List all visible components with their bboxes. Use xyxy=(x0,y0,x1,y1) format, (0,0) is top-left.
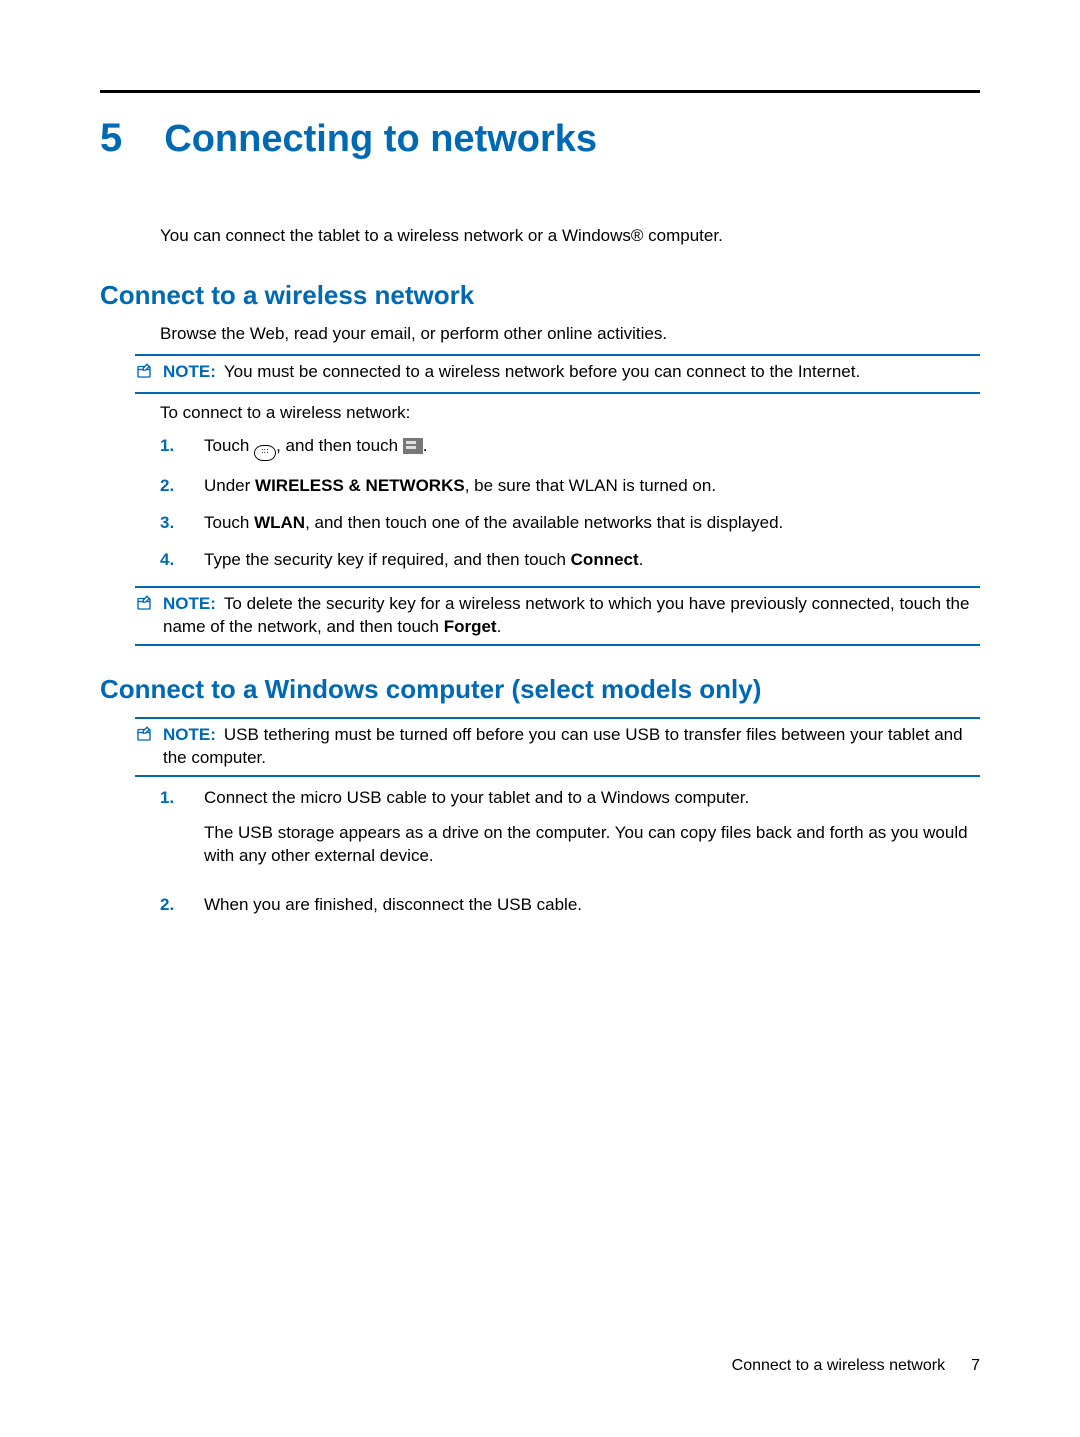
note-label: NOTE: xyxy=(163,362,216,381)
note-text: NOTE: You must be connected to a wireless… xyxy=(163,361,980,384)
step-2: 2. Under WIRELESS & NETWORKS, be sure th… xyxy=(160,475,980,498)
chapter-number: 5 xyxy=(100,111,122,165)
note-label: NOTE: xyxy=(163,725,216,744)
step-number: 3. xyxy=(160,512,182,535)
step-number: 1. xyxy=(160,435,182,461)
note-icon xyxy=(135,361,157,387)
footer-section: Connect to a wireless network xyxy=(732,1355,945,1377)
step-body: When you are finished, disconnect the US… xyxy=(204,894,980,917)
step-1: 1. Connect the micro USB cable to your t… xyxy=(160,787,980,880)
step-body: Touch ∶∶∶, and then touch . xyxy=(204,435,980,461)
note-label: NOTE: xyxy=(163,594,216,613)
chapter-header: 5 Connecting to networks xyxy=(100,111,980,165)
note-icon xyxy=(135,593,157,619)
settings-icon xyxy=(403,438,423,454)
intro-paragraph: You can connect the tablet to a wireless… xyxy=(160,225,980,248)
step-body: Touch WLAN, and then touch one of the av… xyxy=(204,512,980,535)
step-body: Type the security key if required, and t… xyxy=(204,549,980,572)
top-rule xyxy=(100,90,980,93)
step-3: 3. Touch WLAN, and then touch one of the… xyxy=(160,512,980,535)
step-number: 2. xyxy=(160,475,182,498)
step-body: Under WIRELESS & NETWORKS, be sure that … xyxy=(204,475,980,498)
step-number: 1. xyxy=(160,787,182,880)
section2-heading: Connect to a Windows computer (select mo… xyxy=(100,672,980,707)
section1-lead: To connect to a wireless network: xyxy=(160,402,980,425)
section1-note2: NOTE:To delete the security key for a wi… xyxy=(135,586,980,646)
document-page: 5 Connecting to networks You can connect… xyxy=(0,0,1080,1437)
step-2: 2. When you are finished, disconnect the… xyxy=(160,894,980,917)
step-number: 2. xyxy=(160,894,182,917)
note-text: NOTE:USB tethering must be turned off be… xyxy=(163,724,980,770)
section2-steps: 1. Connect the micro USB cable to your t… xyxy=(160,787,980,917)
step-number: 4. xyxy=(160,549,182,572)
footer-page-number: 7 xyxy=(971,1355,980,1377)
step-1: 1. Touch ∶∶∶, and then touch . xyxy=(160,435,980,461)
section1-steps: 1. Touch ∶∶∶, and then touch . 2. Under … xyxy=(160,435,980,572)
apps-icon: ∶∶∶ xyxy=(254,445,276,461)
note-text: NOTE:To delete the security key for a wi… xyxy=(163,593,980,639)
section2-note: NOTE:USB tethering must be turned off be… xyxy=(135,717,980,777)
note-body: You must be connected to a wireless netw… xyxy=(224,362,860,381)
step-4: 4. Type the security key if required, an… xyxy=(160,549,980,572)
page-footer: Connect to a wireless network 7 xyxy=(732,1355,980,1377)
section1-note1: NOTE: You must be connected to a wireless… xyxy=(135,354,980,394)
section1-heading: Connect to a wireless network xyxy=(100,278,980,313)
section1-intro: Browse the Web, read your email, or perf… xyxy=(160,323,980,346)
step-body: Connect the micro USB cable to your tabl… xyxy=(204,787,980,880)
note-icon xyxy=(135,724,157,750)
chapter-title: Connecting to networks xyxy=(164,114,597,165)
